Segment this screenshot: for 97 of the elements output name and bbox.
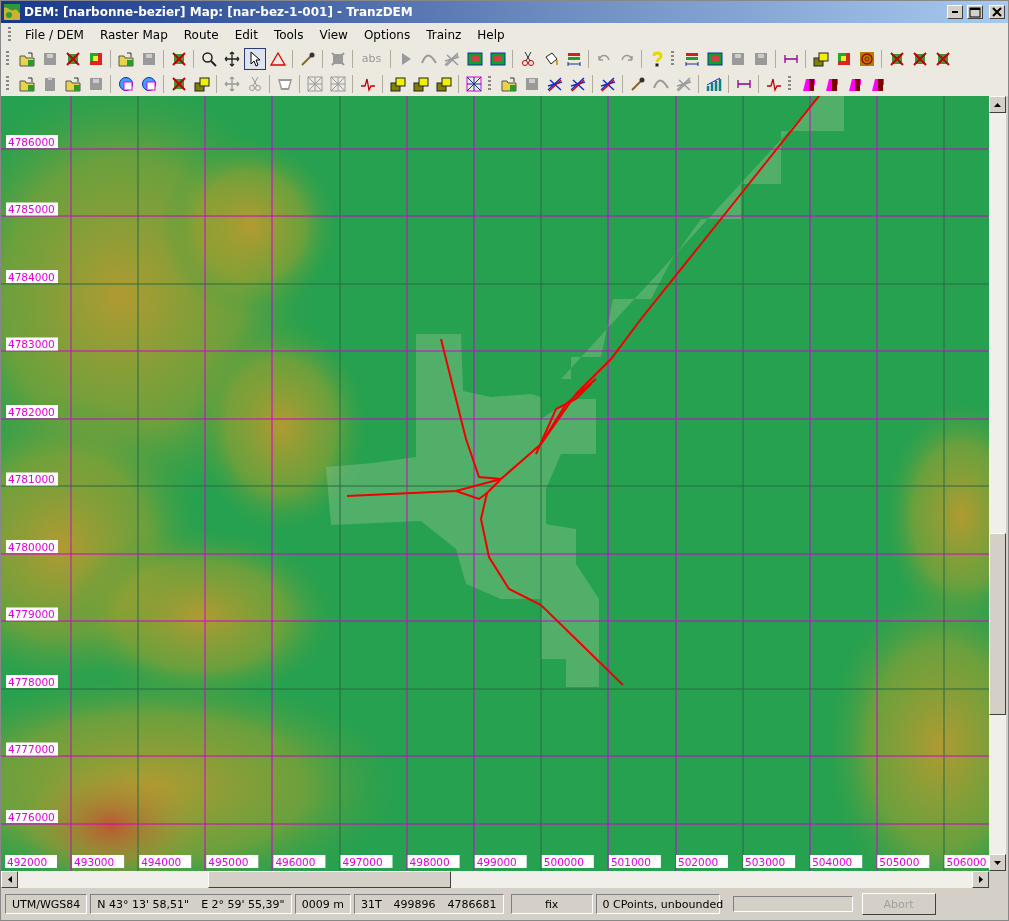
scroll-left-button[interactable]	[1, 871, 18, 888]
easting-label: 502000	[676, 855, 728, 868]
easting-label: 504000	[810, 855, 863, 868]
easting-label: 498000	[407, 855, 460, 868]
northing-label: 4780000	[6, 540, 58, 553]
easting-text: 499896	[393, 897, 436, 911]
grid-icon	[329, 75, 346, 92]
easting-label: 492000	[5, 855, 57, 868]
layers-icon	[389, 75, 406, 92]
scroll-thumb[interactable]	[208, 871, 451, 888]
left-arrow-icon	[7, 876, 12, 883]
picture-icon	[466, 50, 483, 67]
minimize-button[interactable]	[947, 5, 963, 19]
scroll-down-button[interactable]	[989, 854, 1006, 871]
triangle-icon	[269, 50, 286, 67]
pen-icon	[299, 50, 316, 67]
northing-label: 4782000	[6, 405, 58, 418]
scroll-right-button[interactable]	[972, 871, 989, 888]
move-arrows-icon	[223, 50, 240, 67]
track-icon	[546, 75, 563, 92]
layers-icon	[812, 50, 829, 67]
color-grid-icon	[835, 50, 852, 67]
easting-label: 499000	[474, 855, 527, 868]
menu-item[interactable]: Options	[355, 25, 419, 44]
maximize-icon	[968, 5, 982, 19]
grid-icon	[465, 75, 482, 92]
horizontal-scrollbar[interactable]	[18, 871, 972, 888]
menu-item[interactable]: Raster Map	[91, 25, 176, 44]
bars-icon	[683, 50, 700, 67]
folder-icon	[64, 75, 81, 92]
spiral-icon	[858, 50, 875, 67]
layers-icon	[193, 75, 210, 92]
elevation-panel: 0009 m	[294, 894, 351, 914]
track-icon	[443, 50, 460, 67]
easting-label: 501000	[608, 855, 661, 868]
vertical-scrollbar[interactable]	[989, 96, 1006, 871]
right-arrow-icon	[978, 876, 983, 883]
pen-icon	[629, 75, 646, 92]
menu-item[interactable]: Tools	[265, 25, 312, 44]
picture-icon	[706, 50, 723, 67]
zone-text: 31T	[360, 897, 382, 911]
close-icon	[990, 5, 1004, 19]
down-arrow-icon	[994, 860, 1001, 865]
latitude-text: N 43° 13' 58,51"	[97, 897, 190, 911]
easting-label: 500000	[541, 855, 594, 868]
mode-panel: fix	[510, 894, 593, 914]
magnifier-icon	[200, 50, 217, 67]
easting-label: 496000	[273, 855, 326, 868]
folder-icon	[18, 50, 35, 67]
maximize-button[interactable]	[967, 5, 983, 19]
easting-label: 505000	[877, 855, 930, 868]
easting-label: 494000	[139, 855, 192, 868]
easting-label: 495000	[206, 855, 259, 868]
folder-icon	[117, 50, 134, 67]
scissors-icon	[519, 50, 536, 67]
layers-icon	[435, 75, 452, 92]
menu-item[interactable]: File / DEM	[17, 25, 92, 44]
picture-icon	[489, 50, 506, 67]
globe-icon	[140, 75, 157, 92]
close-button[interactable]	[989, 5, 1005, 19]
chart-icon	[705, 75, 722, 92]
menu-item[interactable]: Trainz	[418, 25, 470, 44]
menu-item[interactable]: Route	[175, 25, 227, 44]
easting-label: 493000	[72, 855, 125, 868]
northing-label: 4776000	[6, 810, 58, 823]
folder-icon	[18, 75, 35, 92]
track-icon	[569, 75, 586, 92]
elevation-map[interactable]: 4786000 4785000 4784000 4783000 4782000 4781000 4780000 4779000 4778000 4777000 4776000 492000 493000 494000 495000 496000 497000 498000 499000 500000 501000 502000 503000 504000 505000 506000	[1, 96, 989, 871]
up-arrow-icon	[994, 102, 1001, 107]
northing-label: 4778000	[6, 675, 58, 688]
menu-item[interactable]: View	[311, 25, 356, 44]
scroll-up-button[interactable]	[989, 96, 1006, 113]
northing-text: 4786681	[447, 897, 497, 911]
terrain-app-icon	[4, 4, 20, 20]
bars-icon	[565, 50, 582, 67]
menu-item[interactable]: Help	[469, 25, 513, 44]
move-arrows-icon	[223, 75, 240, 92]
color-grid-icon	[87, 50, 104, 67]
scroll-thumb[interactable]	[989, 533, 1006, 715]
layers-icon	[412, 75, 429, 92]
track-icon	[599, 75, 616, 92]
folder-icon	[500, 75, 517, 92]
menu-item[interactable]: Edit	[226, 25, 266, 44]
easting-label: 506000	[944, 855, 989, 868]
northing-label: 4786000	[6, 135, 58, 148]
scissors-icon	[246, 75, 263, 92]
track-icon	[675, 75, 692, 92]
easting-label: 497000	[340, 855, 393, 868]
easting-label: 503000	[743, 855, 796, 868]
window-title: DEM: [narbonne-bezier] Map: [nar-bez-1-001] - TranzDEM	[24, 5, 414, 19]
northing-label: 4784000	[6, 270, 58, 283]
grid-icon	[306, 75, 323, 92]
longitude-text: E 2° 59' 55,39"	[201, 897, 285, 911]
globe-icon	[117, 75, 134, 92]
projection-panel: UTM/WGS84	[5, 894, 88, 914]
toolbar-button[interactable]	[243, 47, 266, 70]
minimize-icon	[952, 11, 958, 13]
